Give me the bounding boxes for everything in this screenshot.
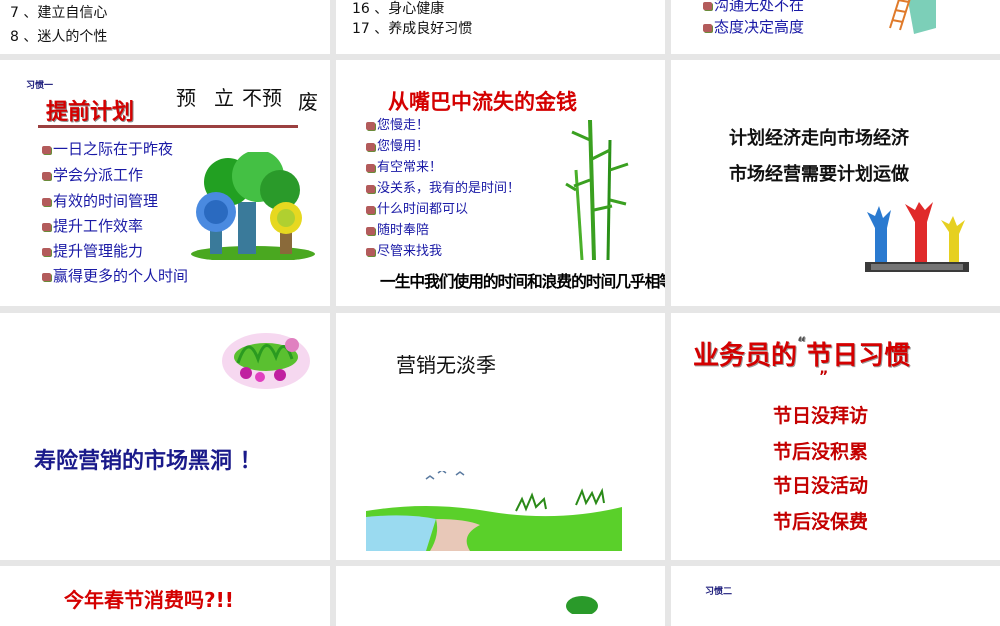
bullet-icon bbox=[42, 197, 51, 206]
list-item: 节日没拜访 bbox=[773, 405, 869, 427]
habit-tag: 习惯一 bbox=[26, 81, 54, 91]
bullet-icon bbox=[42, 272, 51, 281]
bullet-icon bbox=[366, 142, 375, 151]
clipart-fragment bbox=[566, 596, 598, 614]
bullet-icon bbox=[366, 205, 375, 214]
handwritten-char: 立 bbox=[214, 86, 234, 110]
bullet-icon bbox=[366, 226, 375, 235]
list-item: 没关系，我有的是时间！ bbox=[366, 177, 520, 196]
slide-thumbnail-economy[interactable]: 计划经济走向市场经济 市场经营需要计划运做 bbox=[671, 60, 1000, 306]
slide-title: 今年春节消费吗?!! bbox=[64, 588, 234, 612]
slide-thumbnail-partial-right[interactable]: 沟通无处不在 态度决定高度 bbox=[671, 0, 1000, 54]
slide-thumbnail-no-off-season[interactable]: 营销无淡季 bbox=[336, 313, 665, 560]
bullet-icon bbox=[42, 171, 51, 180]
slide-thumbnail-habit-two[interactable]: 习惯二 bbox=[671, 566, 1000, 626]
slide-title: 从嘴巴中流失的金钱 bbox=[388, 90, 577, 114]
slide-thumbnail-partial-middle[interactable]: 16 、身心健康 17 、养成良好习惯 bbox=[336, 0, 665, 54]
bullet-icon bbox=[366, 163, 375, 172]
bullet-icon bbox=[703, 1, 712, 10]
handwritten-char: 预 bbox=[176, 86, 196, 110]
list-item: 提升工作效率 bbox=[42, 215, 143, 236]
bullet-icon bbox=[366, 184, 375, 193]
list-item: 尽管来找我 bbox=[366, 240, 442, 259]
slide-thumbnail-black-hole[interactable]: 寿险营销的市场黑洞 ！ bbox=[0, 313, 330, 560]
list-line: 17 、养成良好习惯 bbox=[352, 21, 473, 37]
list-item: 您慢走！ bbox=[366, 114, 429, 133]
handwritten-caption: 一生中我们使用的时间和浪费的时间几乎相等 bbox=[380, 272, 665, 291]
handwritten-char: 不预 bbox=[242, 86, 282, 110]
bullet-icon bbox=[42, 247, 51, 256]
list-line: 沟通无处不在 bbox=[703, 0, 804, 15]
slide-headline: 寿险营销的市场黑洞 ！ bbox=[34, 449, 262, 474]
list-line: 16 、身心健康 bbox=[352, 1, 445, 17]
landscape-clipart bbox=[366, 471, 622, 551]
slide-title: 业务员的“节日习惯 bbox=[693, 335, 911, 371]
bullet-icon bbox=[703, 23, 712, 32]
slide-thumbnail-plan-ahead[interactable]: 习惯一 提前计划 预 立 不预 废 一日之际在于昨夜 学会分派工作 有效的时间管… bbox=[0, 60, 330, 306]
bullet-icon bbox=[42, 145, 51, 154]
list-item: 有空常来！ bbox=[366, 156, 442, 175]
habit-tag: 习惯二 bbox=[705, 587, 733, 597]
handwritten-char: 废 bbox=[298, 90, 318, 114]
list-item: 节后没保费 bbox=[773, 511, 869, 533]
bullet-icon bbox=[366, 247, 375, 256]
bullet-icon bbox=[42, 222, 51, 231]
flowers-clipart bbox=[222, 333, 310, 389]
list-item: 什么时间都可以 bbox=[366, 198, 468, 217]
list-item: 赢得更多的个人时间 bbox=[42, 265, 188, 286]
closing-quote: ” bbox=[819, 369, 829, 385]
slide-headline: 营销无淡季 bbox=[396, 353, 496, 377]
bullet-icon bbox=[366, 121, 375, 130]
trees-clipart bbox=[191, 152, 315, 260]
list-line: 8 、迷人的个性 bbox=[10, 29, 108, 45]
slide-thumbnail-money-lost[interactable]: 从嘴巴中流失的金钱 您慢走！ 您慢用！ 有空常来！ 没关系，我有的是时间！ 什么… bbox=[336, 60, 665, 306]
statement-line: 计划经济走向市场经济 bbox=[729, 128, 909, 149]
list-item: 有效的时间管理 bbox=[42, 190, 158, 211]
list-item: 提升管理能力 bbox=[42, 240, 143, 261]
ladder-icon bbox=[889, 0, 936, 34]
list-item: 节后没积累 bbox=[773, 441, 869, 463]
list-item: 一日之际在于昨夜 bbox=[42, 138, 173, 159]
slide-title: 提前计划 bbox=[46, 100, 135, 125]
list-item: 节日没活动 bbox=[773, 475, 869, 497]
slide-thumbnail-holiday-habits[interactable]: 业务员的“节日习惯 ” 节日没拜访 节后没积累 节日没活动 节后没保费 bbox=[671, 313, 1000, 560]
list-line: 态度决定高度 bbox=[703, 16, 804, 37]
cheering-figures-clipart bbox=[865, 202, 969, 272]
bamboo-clipart bbox=[565, 119, 629, 260]
slide-thumbnail-spring-festival[interactable]: 今年春节消费吗?!! bbox=[0, 566, 330, 626]
title-underline bbox=[38, 125, 298, 128]
list-item: 学会分派工作 bbox=[42, 164, 143, 185]
slide-thumbnail-partial-clipart[interactable] bbox=[336, 566, 665, 626]
list-line: 7 、建立自信心 bbox=[10, 5, 108, 21]
list-item: 您慢用！ bbox=[366, 135, 429, 154]
slide-thumbnail-partial-left[interactable]: 7 、建立自信心 8 、迷人的个性 bbox=[0, 0, 330, 54]
list-item: 随时奉陪 bbox=[366, 219, 429, 238]
statement-line: 市场经营需要计划运做 bbox=[729, 164, 909, 185]
